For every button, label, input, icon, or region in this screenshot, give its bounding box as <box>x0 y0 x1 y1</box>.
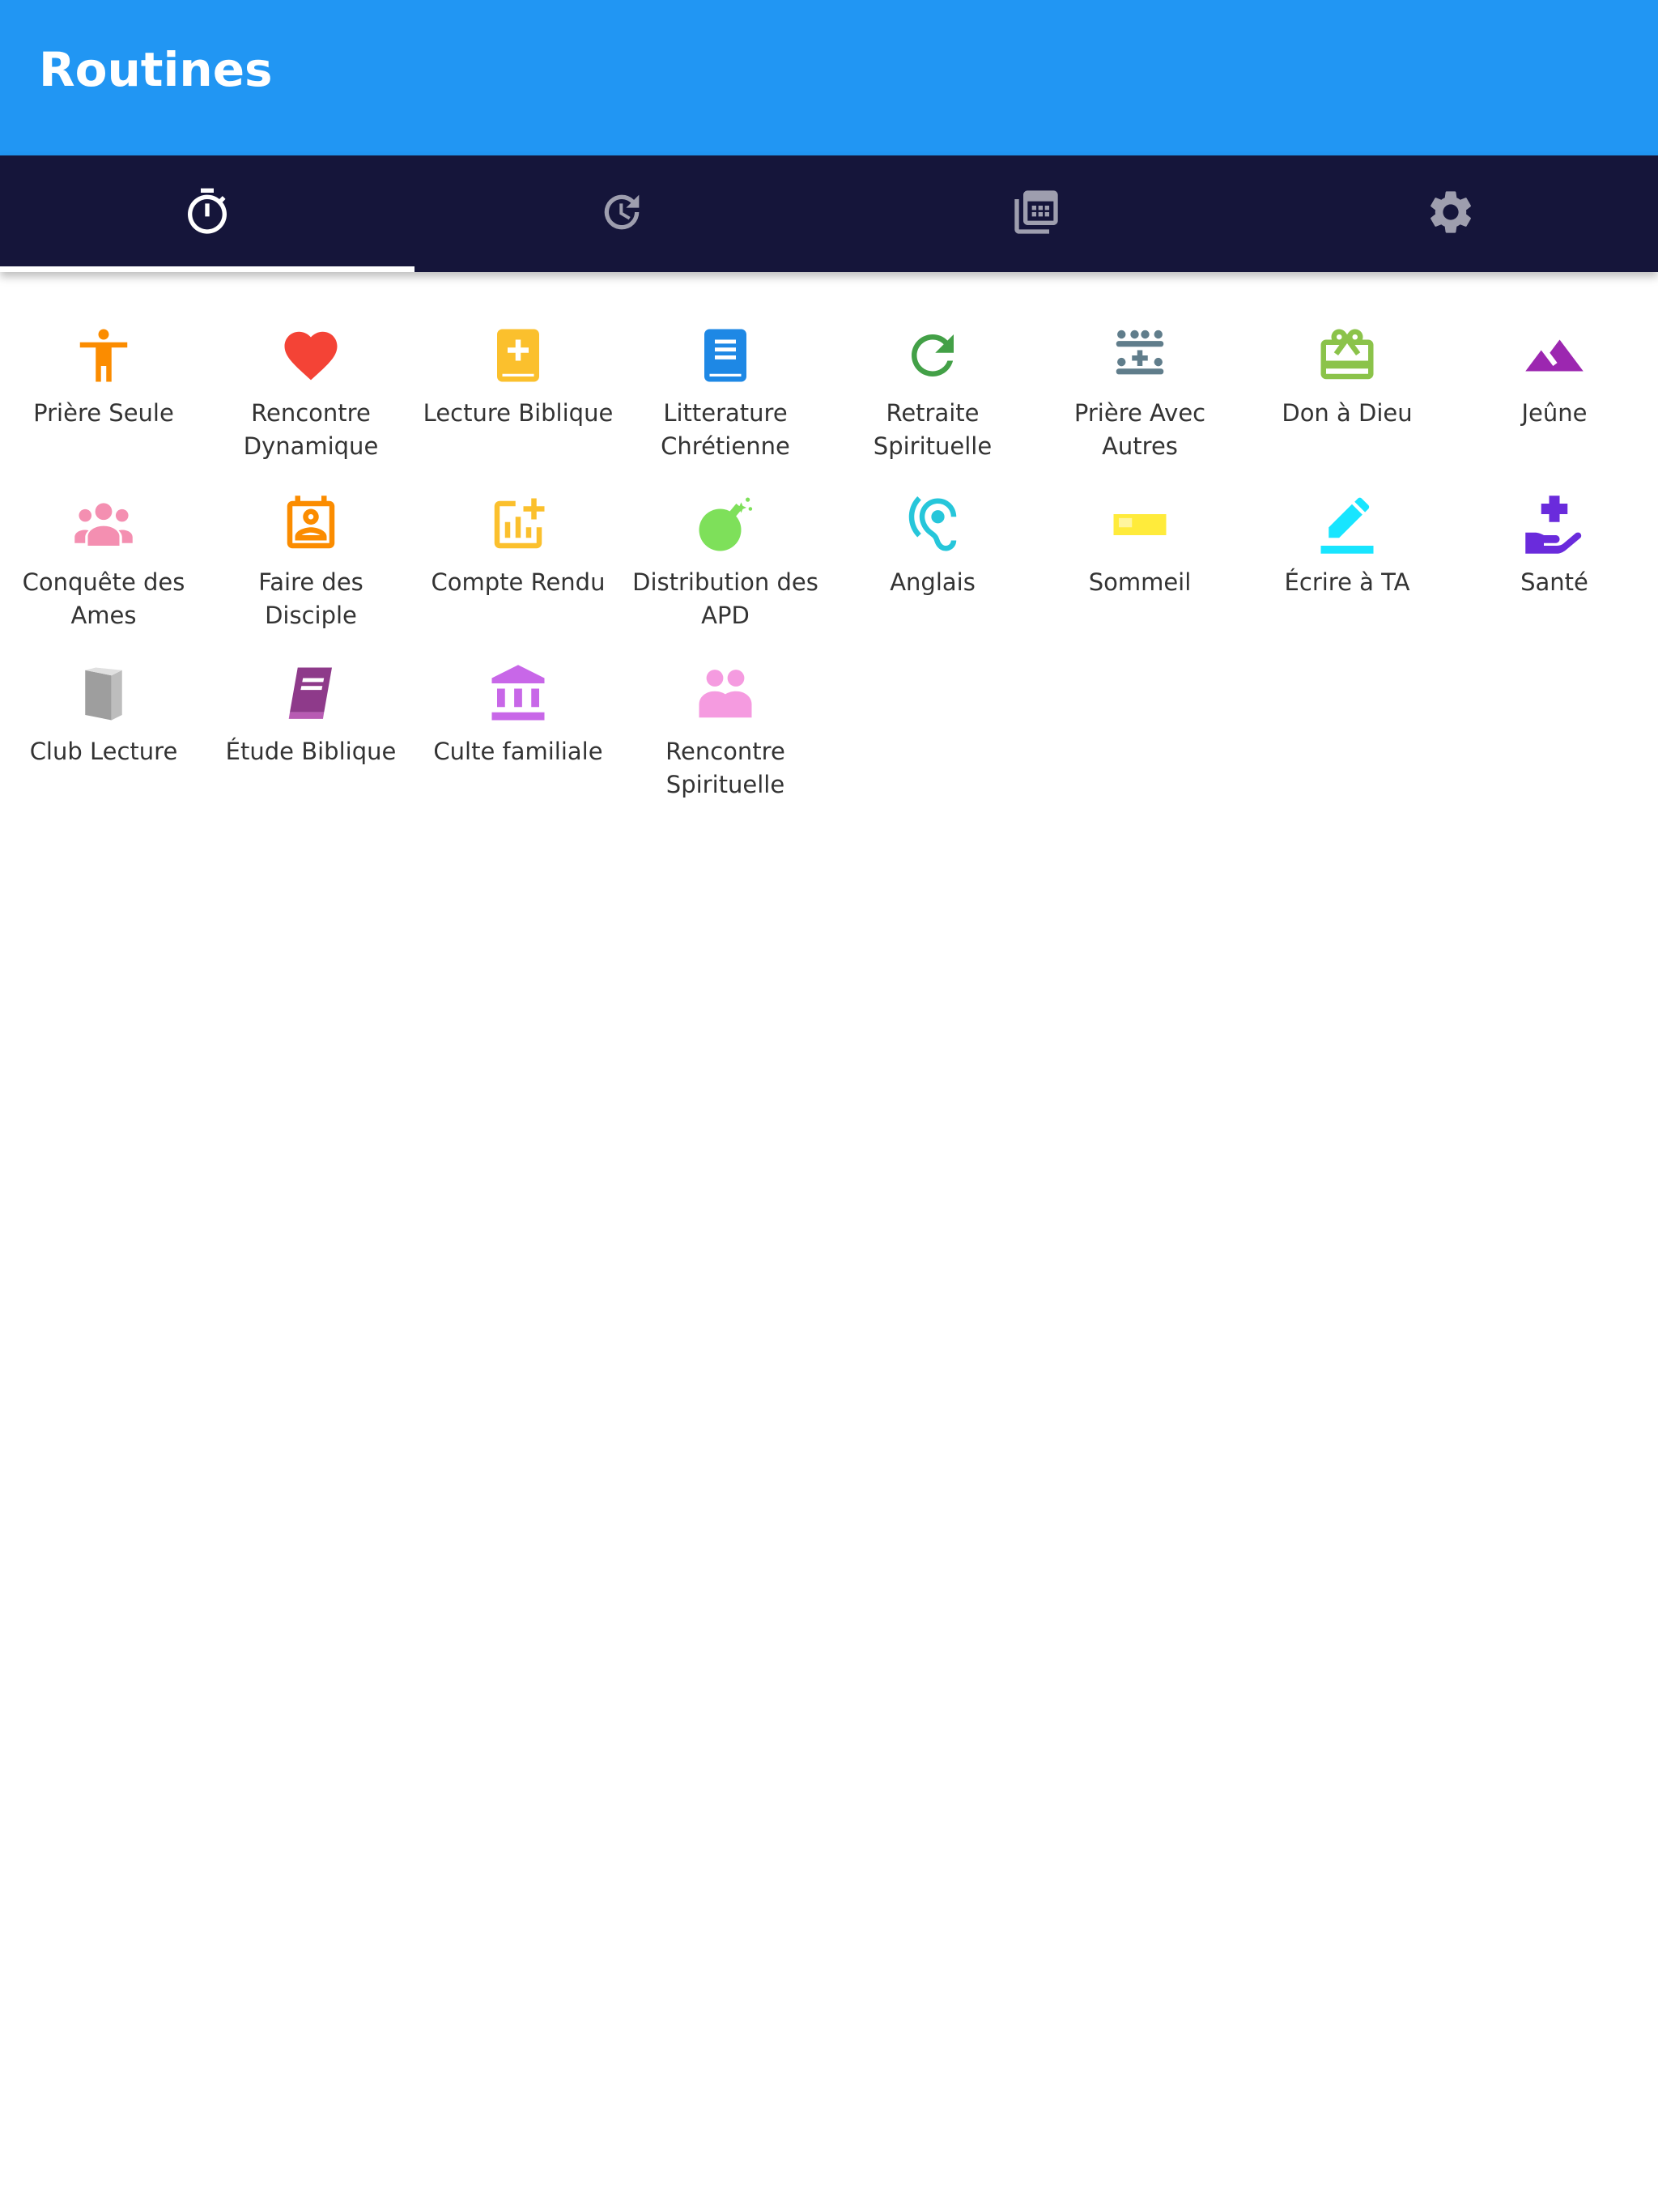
routine-label: Prière Seule <box>33 399 174 427</box>
routine-label: Anglais <box>890 568 976 596</box>
temple-icon <box>487 662 550 725</box>
routine-label: Jeûne <box>1521 399 1588 427</box>
routine-ecrire-a-ta[interactable]: Écrire à TA <box>1244 493 1451 662</box>
routine-label: Litterature Chrétienne <box>661 399 790 460</box>
health-hand-icon <box>1523 493 1586 556</box>
routine-label: Don à Dieu <box>1282 399 1413 427</box>
routine-jeune[interactable]: Jeûne <box>1451 324 1658 493</box>
routine-label: Retraite Spirituelle <box>873 399 993 460</box>
bomb-icon <box>694 493 757 556</box>
routine-label: Rencontre Dynamique <box>243 399 379 460</box>
routine-label: Club Lecture <box>29 738 178 765</box>
group-prayer-icon <box>1108 324 1171 387</box>
gear-icon <box>1425 186 1477 241</box>
calendar-grid-icon <box>1010 186 1062 241</box>
routine-conquete-des-ames[interactable]: Conquête des Ames <box>0 493 207 662</box>
heart-icon <box>279 324 342 387</box>
routine-etude-biblique[interactable]: Étude Biblique <box>207 662 414 832</box>
hearing-icon <box>901 493 964 556</box>
add-chart-icon <box>487 493 550 556</box>
routine-grid: Prière Seule Rencontre Dynamique Lecture… <box>0 324 1658 832</box>
app-bar: Routines <box>0 0 1658 155</box>
routine-label: Étude Biblique <box>225 738 397 765</box>
routine-label: Conquête des Ames <box>22 568 185 629</box>
page-title: Routines <box>39 42 273 97</box>
routine-don-a-dieu[interactable]: Don à Dieu <box>1244 324 1451 493</box>
closed-book-icon <box>72 662 135 725</box>
routine-club-lecture[interactable]: Club Lecture <box>0 662 207 832</box>
tab-settings[interactable] <box>1244 155 1658 272</box>
routine-label: Sommeil <box>1088 568 1192 596</box>
routine-sommeil[interactable]: Sommeil <box>1036 493 1244 662</box>
routine-litterature-chretienne[interactable]: Litterature Chrétienne <box>622 324 829 493</box>
tab-history[interactable] <box>414 155 829 272</box>
routine-label: Écrire à TA <box>1284 568 1410 596</box>
routine-priere-seule[interactable]: Prière Seule <box>0 324 207 493</box>
routine-distribution-des-apd[interactable]: Distribution des APD <box>622 493 829 662</box>
routine-compte-rendu[interactable]: Compte Rendu <box>414 493 622 662</box>
routine-rencontre-spirituelle[interactable]: Rencontre Spirituelle <box>622 662 829 832</box>
routine-faire-des-disciple[interactable]: Faire des Disciple <box>207 493 414 662</box>
history-icon <box>596 186 648 241</box>
gift-card-icon <box>1316 324 1379 387</box>
routine-priere-avec-autres[interactable]: Prière Avec Autres <box>1036 324 1244 493</box>
tab-timer[interactable] <box>0 155 414 272</box>
routine-retraite-spirituelle[interactable]: Retraite Spirituelle <box>829 324 1036 493</box>
routine-label: Santé <box>1520 568 1588 596</box>
routine-sante[interactable]: Santé <box>1451 493 1658 662</box>
refresh-icon <box>901 324 964 387</box>
routine-culte-familiale[interactable]: Culte familiale <box>414 662 622 832</box>
people-group-icon <box>72 493 135 556</box>
routine-rencontre-dynamique[interactable]: Rencontre Dynamique <box>207 324 414 493</box>
tab-calendar[interactable] <box>829 155 1244 272</box>
two-people-icon <box>694 662 757 725</box>
routine-label: Rencontre Spirituelle <box>665 738 785 798</box>
routine-lecture-biblique[interactable]: Lecture Biblique <box>414 324 622 493</box>
person-standing-icon <box>72 324 135 387</box>
timer-icon <box>181 186 233 241</box>
contact-card-icon <box>279 493 342 556</box>
study-book-icon <box>279 662 342 725</box>
pencil-icon <box>1316 493 1379 556</box>
routine-label: Compte Rendu <box>431 568 606 596</box>
bible-book-icon <box>487 324 550 387</box>
mountain-icon <box>1523 324 1586 387</box>
routine-label: Culte familiale <box>433 738 603 765</box>
bed-icon <box>1108 493 1171 556</box>
tab-bar <box>0 155 1658 272</box>
routine-anglais[interactable]: Anglais <box>829 493 1036 662</box>
routine-label: Distribution des APD <box>632 568 818 629</box>
book-icon <box>694 324 757 387</box>
active-tab-indicator <box>0 266 414 272</box>
routine-label: Faire des Disciple <box>258 568 363 629</box>
routine-label: Prière Avec Autres <box>1073 399 1206 460</box>
routine-label: Lecture Biblique <box>423 399 614 427</box>
